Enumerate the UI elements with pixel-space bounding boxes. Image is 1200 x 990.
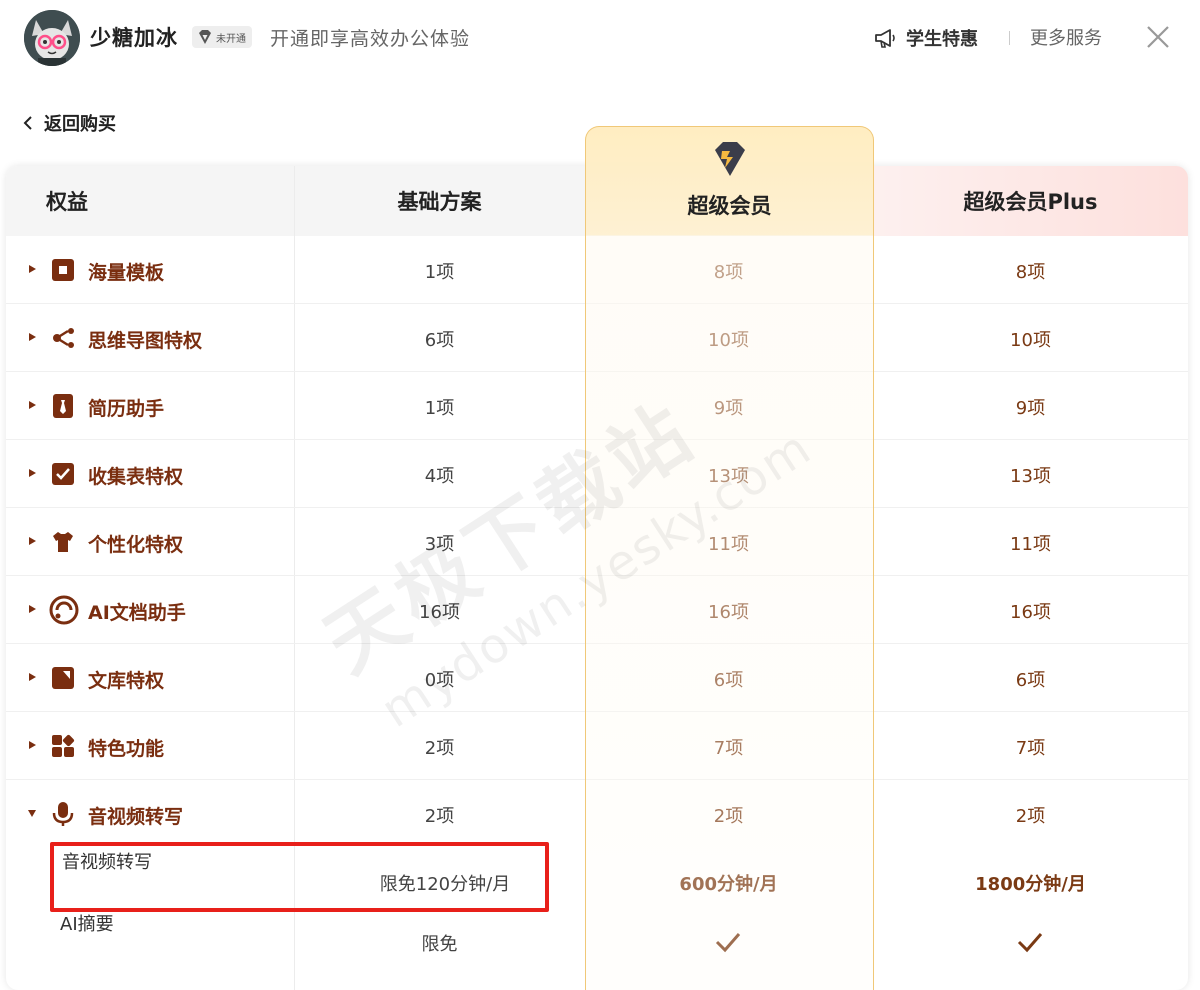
cell-basic: 4项 bbox=[424, 466, 455, 487]
mindmap-icon bbox=[53, 328, 74, 348]
row-label: 海量模板 bbox=[88, 262, 165, 284]
table-row-expanded[interactable]: 音视频转写 2项 2项 2项 bbox=[6, 780, 1188, 848]
row-label: 思维导图特权 bbox=[88, 330, 203, 352]
cell-super: 9项 bbox=[713, 398, 744, 419]
feature-grid-icon bbox=[52, 734, 75, 757]
back-button[interactable]: 返回购买 bbox=[20, 110, 116, 136]
table-row[interactable]: AI文档助手 16项 16项 16项 bbox=[6, 576, 1188, 644]
cell-plus: 10项 bbox=[1010, 330, 1051, 351]
cell-basic: 6项 bbox=[424, 330, 455, 351]
table-row[interactable]: 个性化特权 3项 11项 11项 bbox=[6, 508, 1188, 576]
cell-plus: 16项 bbox=[1010, 602, 1051, 623]
sub-cell-basic: 限免 bbox=[421, 934, 458, 955]
row-label: 收集表特权 bbox=[88, 466, 184, 488]
cell-plus: 11项 bbox=[1010, 534, 1051, 555]
more-services-link[interactable]: 更多服务 bbox=[1030, 24, 1102, 50]
cell-basic: 1项 bbox=[424, 398, 455, 419]
cell-plus: 7项 bbox=[1015, 738, 1046, 759]
checkmark-icon bbox=[715, 933, 741, 953]
table-row[interactable]: 思维导图特权 6项 10项 10项 bbox=[6, 304, 1188, 372]
cell-super: 2项 bbox=[713, 806, 744, 827]
avatar[interactable] bbox=[24, 10, 80, 66]
caret-right-icon bbox=[29, 333, 36, 341]
caret-right-icon bbox=[29, 469, 36, 477]
row-label: 音视频转写 bbox=[88, 806, 184, 828]
back-label: 返回购买 bbox=[44, 114, 116, 135]
cell-super: 10项 bbox=[708, 330, 749, 351]
caret-right-icon bbox=[29, 537, 36, 545]
checkmark-icon bbox=[1017, 933, 1043, 953]
cell-plus: 9项 bbox=[1015, 398, 1046, 419]
header-super-plus: 超级会员Plus bbox=[963, 190, 1098, 214]
cell-super: 16项 bbox=[708, 602, 749, 623]
cell-super: 13项 bbox=[708, 466, 749, 487]
form-check-icon bbox=[52, 463, 74, 485]
library-icon bbox=[52, 667, 74, 689]
caret-right-icon bbox=[29, 673, 36, 681]
membership-status-badge: 未开通 bbox=[192, 26, 252, 48]
row-label: 简历助手 bbox=[88, 398, 165, 420]
template-icon bbox=[52, 259, 74, 281]
header-super-member: 超级会员 bbox=[687, 194, 772, 218]
diamond-icon bbox=[199, 30, 211, 44]
shirt-icon bbox=[53, 532, 73, 552]
cell-super: 6项 bbox=[713, 670, 744, 691]
row-label: 个性化特权 bbox=[88, 534, 184, 556]
sub-row-label: AI摘要 bbox=[60, 914, 114, 935]
username: 少糖加冰 bbox=[90, 26, 178, 50]
header-divider bbox=[1009, 31, 1010, 45]
cell-plus: 13项 bbox=[1010, 466, 1051, 487]
table-row[interactable]: 收集表特权 4项 13项 13项 bbox=[6, 440, 1188, 508]
cell-basic: 2项 bbox=[424, 806, 455, 827]
caret-right-icon bbox=[29, 605, 36, 613]
cell-plus: 8项 bbox=[1015, 262, 1046, 283]
table-row[interactable]: 简历助手 1项 9项 9项 bbox=[6, 372, 1188, 440]
super-member-diamond-icon bbox=[715, 142, 745, 176]
cell-basic: 1项 bbox=[424, 262, 455, 283]
annotation-highlight-box bbox=[50, 842, 549, 912]
cell-basic: 3项 bbox=[424, 534, 455, 555]
header-basic-plan: 基础方案 bbox=[397, 190, 482, 214]
cell-plus: 2项 bbox=[1015, 806, 1046, 827]
caret-right-icon bbox=[29, 741, 36, 749]
cell-basic: 0项 bbox=[424, 670, 455, 691]
cell-plus: 6项 bbox=[1015, 670, 1046, 691]
cell-super: 8项 bbox=[713, 262, 744, 283]
table-row[interactable]: 特色功能 2项 7项 7项 bbox=[6, 712, 1188, 780]
caret-down-icon bbox=[28, 810, 36, 817]
table-row[interactable]: 海量模板 1项 8项 8项 bbox=[6, 236, 1188, 304]
sub-cell-plus: 1800分钟/月 bbox=[975, 874, 1086, 895]
chevron-left-icon bbox=[23, 116, 32, 130]
close-icon[interactable] bbox=[1145, 24, 1171, 50]
ai-assistant-icon bbox=[49, 595, 79, 625]
row-label: AI文档助手 bbox=[88, 602, 186, 624]
resume-icon bbox=[53, 394, 73, 418]
badge-text: 未开通 bbox=[216, 33, 246, 45]
caret-right-icon bbox=[29, 265, 36, 273]
student-discount-label: 学生特惠 bbox=[906, 29, 978, 50]
header-benefit: 权益 bbox=[46, 190, 88, 214]
student-discount-link[interactable]: 学生特惠 bbox=[872, 24, 978, 52]
megaphone-icon bbox=[875, 29, 895, 48]
microphone-icon bbox=[52, 802, 74, 826]
promo-text: 开通即享高效办公体验 bbox=[270, 28, 471, 50]
cell-basic: 2项 bbox=[424, 738, 455, 759]
table-row[interactable]: 文库特权 0项 6项 6项 bbox=[6, 644, 1188, 712]
row-label: 特色功能 bbox=[88, 738, 165, 760]
caret-right-icon bbox=[29, 401, 36, 409]
cell-super: 11项 bbox=[708, 534, 749, 555]
sub-cell-super: 600分钟/月 bbox=[679, 874, 778, 895]
top-bar: 少糖加冰 未开通 开通即享高效办公体验 学生特惠 更多服务 bbox=[0, 0, 1200, 80]
cell-basic: 16项 bbox=[419, 602, 460, 623]
row-label: 文库特权 bbox=[88, 670, 165, 692]
cell-super: 7项 bbox=[713, 738, 744, 759]
